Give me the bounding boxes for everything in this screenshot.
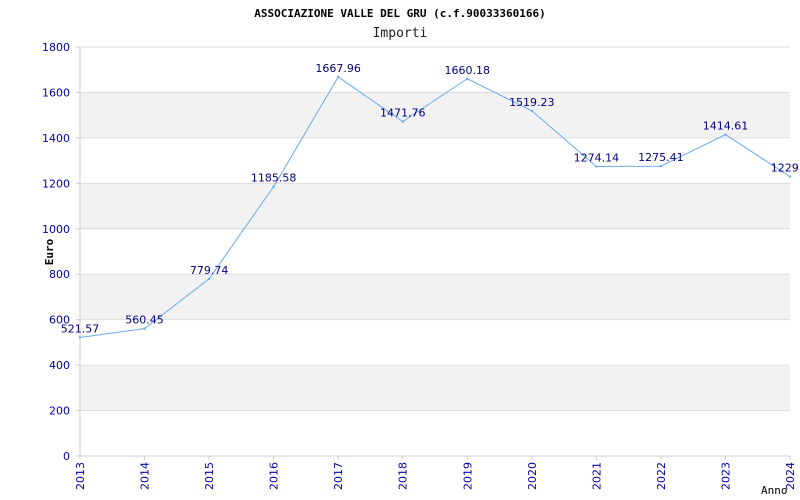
y-tick-label: 1800: [42, 41, 70, 54]
chart-title: ASSOCIAZIONE VALLE DEL GRU (c.f.90033360…: [254, 7, 545, 20]
y-tick-label: 1600: [42, 86, 70, 99]
data-label: 1471.76: [380, 107, 426, 120]
y-tick-label: 400: [49, 359, 70, 372]
y-tick-label: 800: [49, 268, 70, 281]
x-axis-ticks: 2013 2014 2015 2016 2017 2018 2019 2020 2021 2022…: [74, 456, 797, 490]
data-point: [207, 277, 211, 281]
x-tick-label: 2018: [397, 462, 410, 490]
data-label: 1185.58: [251, 172, 297, 185]
line-chart: ASSOCIAZIONE VALLE DEL GRU (c.f.90033360…: [42, 7, 800, 497]
chart-subtitle: Importi: [373, 26, 428, 41]
data-point: [724, 133, 727, 136]
data-point: [466, 77, 469, 80]
grid-bands: [80, 92, 790, 411]
data-label: 1667.96: [315, 62, 361, 75]
data-label: 521.57: [61, 322, 100, 335]
x-tick-label: 2022: [655, 462, 668, 490]
data-label: 1414.61: [703, 120, 749, 133]
y-tick-label: 1200: [42, 177, 70, 190]
data-label: 560.45: [125, 314, 164, 327]
y-tick-label: 0: [63, 450, 70, 463]
x-tick-label: 2017: [332, 462, 345, 490]
grid-band: [80, 274, 790, 320]
grid-band: [80, 183, 790, 229]
data-point: [143, 327, 146, 330]
data-label: 779.74: [190, 264, 229, 277]
x-tick-label: 2019: [461, 462, 474, 490]
data-point: [595, 165, 598, 168]
y-tick-label: 1400: [42, 132, 70, 145]
x-tick-label: 2020: [526, 462, 539, 490]
y-tick-label: 1000: [42, 223, 70, 236]
data-point: [401, 120, 404, 123]
data-label: 1519.23: [509, 96, 555, 109]
grid-band: [80, 92, 790, 138]
data-label: 1274.14: [574, 151, 620, 164]
data-point: [788, 175, 792, 178]
x-tick-label: 2023: [719, 462, 732, 490]
x-tick-label: 2013: [74, 462, 87, 490]
data-point: [659, 164, 663, 168]
x-tick-label: 2021: [590, 462, 603, 490]
x-tick-label: 2014: [139, 462, 152, 490]
data-label: 1660.18: [445, 64, 491, 77]
data-label: 1229.6: [771, 162, 800, 175]
y-axis-label: Euro: [43, 238, 56, 265]
x-axis-label: Anno: [761, 484, 788, 497]
data-point: [530, 109, 534, 112]
x-tick-label: 2016: [268, 462, 281, 490]
data-point: [272, 185, 275, 188]
x-tick-label: 2015: [203, 462, 216, 490]
data-point: [78, 336, 82, 339]
data-label: 1275.41: [638, 151, 684, 164]
y-tick-label: 200: [49, 405, 70, 418]
data-point: [336, 75, 340, 79]
grid-band: [80, 365, 790, 411]
